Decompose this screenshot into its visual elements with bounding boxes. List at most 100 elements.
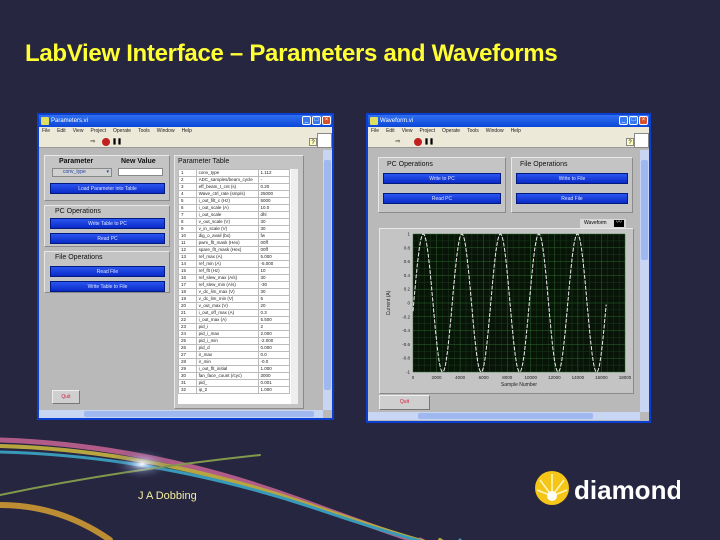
maximize-button[interactable]: □ [629, 116, 638, 125]
y-tick-label: -1 [406, 370, 410, 375]
parameter-value: 00ff [257, 246, 291, 254]
table-row[interactable]: 25 pid_i_min -2.000 [178, 337, 291, 345]
y-tick-label: 0.2 [404, 287, 411, 292]
parameter-value: 30 [257, 225, 291, 233]
menu-item[interactable]: Window [157, 127, 175, 136]
pause-icon[interactable]: ❚❚ [112, 138, 122, 146]
new-value-label: New Value [121, 158, 156, 165]
menu-item[interactable]: View [402, 127, 413, 136]
table-row[interactable]: 9 v_in_scale (V) 30 [178, 225, 291, 233]
parameters-title-bar[interactable]: Parameters.vi _ □ × [39, 115, 332, 127]
load-parameter-button[interactable]: Load Parameter into Table [50, 183, 165, 194]
read-file-button[interactable]: Read File [516, 193, 628, 204]
quit-button[interactable]: Quit [52, 390, 80, 404]
table-row[interactable]: 14 ref_min (A) -5.000 [178, 260, 291, 268]
vertical-scrollbar[interactable] [640, 150, 649, 412]
menu-item[interactable]: Tools [138, 127, 150, 136]
horizontal-scrollbar[interactable] [39, 410, 323, 418]
menu-item[interactable]: Window [486, 127, 504, 136]
table-row[interactable]: 24 pid_i_max 2.000 [178, 330, 291, 338]
table-row[interactable]: 6 i_out_scale (A) 10.0 [178, 204, 291, 212]
minimize-button[interactable]: _ [302, 116, 311, 125]
run-arrow-icon[interactable]: ⇨ [394, 138, 402, 146]
maximize-button[interactable]: □ [312, 116, 321, 125]
table-row[interactable]: 31 pid_ 0.001 [178, 379, 291, 387]
menu-item[interactable]: Help [511, 127, 521, 136]
table-row[interactable]: 8 v_out_scale (V) 30 [178, 218, 291, 226]
pause-icon[interactable]: ❚❚ [424, 138, 434, 146]
run-arrow-icon[interactable]: ⇨ [89, 138, 97, 146]
menu-item[interactable]: File [371, 127, 379, 136]
close-button[interactable]: × [639, 116, 648, 125]
quit-button[interactable]: Quit [379, 395, 430, 410]
parameter-value: 5000 [257, 197, 291, 205]
table-row[interactable]: 2 ADC_samples/beam_cycle - [178, 176, 291, 184]
parameter-name: ir_max [195, 351, 259, 359]
menu-item[interactable]: File [42, 127, 50, 136]
table-row[interactable]: 19 v_dc_lim_min (V) 5 [178, 295, 291, 303]
table-row[interactable]: 21 i_out_off_max (A) 0.3 [178, 309, 291, 317]
pc-operations-panel: PC Operations Write Table to PC Read PC [44, 205, 170, 247]
parameter-value: 20 [257, 302, 291, 310]
table-scrollbar[interactable] [291, 169, 298, 404]
menu-item[interactable]: Help [182, 127, 192, 136]
menu-item[interactable]: Project [90, 127, 106, 136]
table-row[interactable]: 32 ip_2 1.000 [178, 386, 291, 394]
table-row[interactable]: 16 ref_slew_max (A/s) 30 [178, 274, 291, 282]
menu-item[interactable]: Project [419, 127, 435, 136]
abort-icon[interactable] [414, 138, 422, 146]
vertical-scrollbar[interactable] [323, 150, 332, 410]
table-row[interactable]: 11 pwm_flt_mask (Hex) 00ff [178, 239, 291, 247]
write-to-file-button[interactable]: Write to File [516, 173, 628, 184]
table-row[interactable]: 7 i_out_scale dhl [178, 211, 291, 219]
table-row[interactable]: 22 i_out_max (A) 5.500 [178, 316, 291, 324]
menu-item[interactable]: Edit [386, 127, 395, 136]
table-row[interactable]: 4 Wave_ctrl_rate (smp/s) 25000 [178, 190, 291, 198]
y-tick-label: -0.6 [402, 342, 410, 347]
menu-item[interactable]: View [73, 127, 84, 136]
table-row[interactable]: 13 ref_max (A) 5.000 [178, 253, 291, 261]
waveform-title-bar[interactable]: Waveform.vi _ □ × [368, 115, 649, 127]
abort-icon[interactable] [102, 138, 110, 146]
table-row[interactable]: 20 v_out_max (V) 20 [178, 302, 291, 310]
parameter-select-value: conv_type [63, 169, 86, 175]
table-row[interactable]: 10 dig_o_avail (bx) fw [178, 232, 291, 240]
table-row[interactable]: 12 spare_flt_mask (Hex) 00ff [178, 246, 291, 254]
read-pc-button[interactable]: Read PC [50, 233, 165, 244]
write-table-to-file-button[interactable]: Write Table to File [50, 281, 165, 292]
plot-legend[interactable]: Waveform 〰 [580, 219, 626, 228]
table-row[interactable]: 18 v_dc_lim_max (V) 30 [178, 288, 291, 296]
table-row[interactable]: 27 ir_max 0.0 [178, 351, 291, 359]
table-row[interactable]: 23 pid_i 2 [178, 323, 291, 331]
menu-item[interactable]: Edit [57, 127, 66, 136]
table-row[interactable]: 1 conv_type 1.112 [178, 169, 291, 177]
table-row[interactable]: 15 ref_flt (Hz) 10 [178, 267, 291, 275]
minimize-button[interactable]: _ [619, 116, 628, 125]
table-row[interactable]: 28 ir_min -0.0 [178, 358, 291, 366]
read-pc-button[interactable]: Read PC [383, 193, 501, 204]
table-row[interactable]: 3 eff_beam_t_cnt (s) 0.20 [178, 183, 291, 191]
table-row[interactable]: 5 i_out_filt_c (Hz) 5000 [178, 197, 291, 205]
help-icon[interactable]: ? [626, 138, 634, 146]
row-index: 32 [178, 386, 197, 394]
read-file-button[interactable]: Read File [50, 266, 165, 277]
close-button[interactable]: × [322, 116, 331, 125]
horizontal-scrollbar[interactable] [368, 412, 640, 420]
write-table-to-pc-button[interactable]: Write Table to PC [50, 218, 165, 229]
vi-icon [634, 133, 649, 148]
parameter-select[interactable]: conv_type ▾ [52, 168, 112, 177]
write-to-pc-button[interactable]: Write to PC [383, 173, 501, 184]
menu-item[interactable]: Operate [442, 127, 460, 136]
menu-item[interactable]: Tools [467, 127, 479, 136]
table-row[interactable]: 29 i_out_flt_initial 1.000 [178, 365, 291, 373]
new-value-input[interactable] [118, 168, 163, 176]
table-row[interactable]: 26 pid_d 0.000 [178, 344, 291, 352]
help-icon[interactable]: ? [309, 138, 317, 146]
table-row[interactable]: 17 ref_slew_min (A/s) -30 [178, 281, 291, 289]
parameter-value: 0.3 [257, 309, 291, 317]
parameter-table[interactable]: 1 conv_type 1.112 2 ADC_samples/beam_cycle -3… [178, 169, 298, 404]
menu-item[interactable]: Operate [113, 127, 131, 136]
table-row[interactable]: 30 fan_face_count (/cyc) 3000 [178, 372, 291, 380]
row-index: 8 [178, 218, 197, 226]
row-index: 18 [178, 288, 197, 296]
